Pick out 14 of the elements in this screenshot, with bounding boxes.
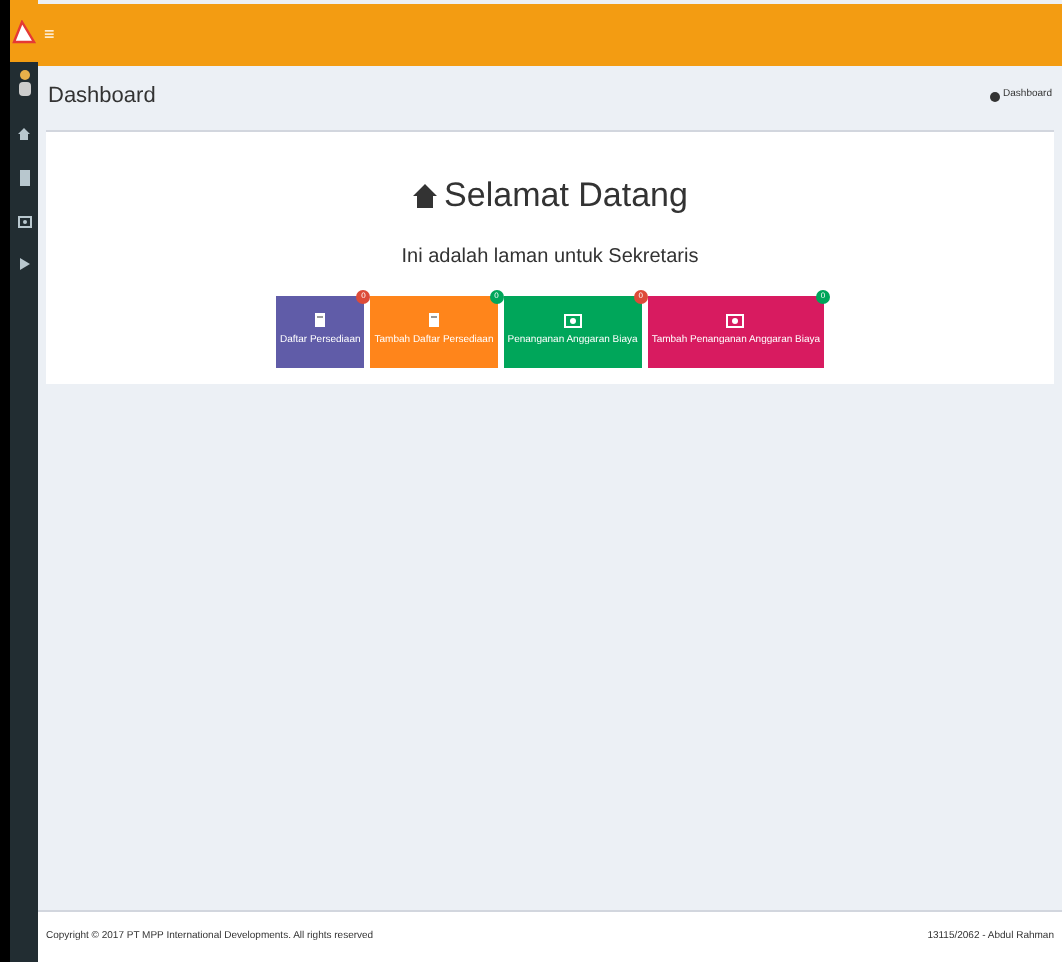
book-icon	[314, 312, 327, 329]
home-icon	[412, 183, 439, 208]
banknote-icon	[563, 313, 582, 328]
book-icon	[428, 312, 440, 329]
welcome-subtitle: Ini adalah laman untuk Sekretaris	[401, 243, 699, 271]
play-icon[interactable]	[19, 258, 29, 270]
page-title: Dashboard	[48, 81, 156, 112]
logo-icon	[12, 19, 36, 43]
welcome-title: Selamat Datang	[444, 174, 688, 218]
book-icon[interactable]	[19, 170, 29, 186]
banknote-icon	[726, 313, 745, 328]
avatar-icon	[17, 68, 31, 96]
home-icon[interactable]	[18, 128, 30, 140]
banknote-icon[interactable]	[17, 216, 31, 228]
